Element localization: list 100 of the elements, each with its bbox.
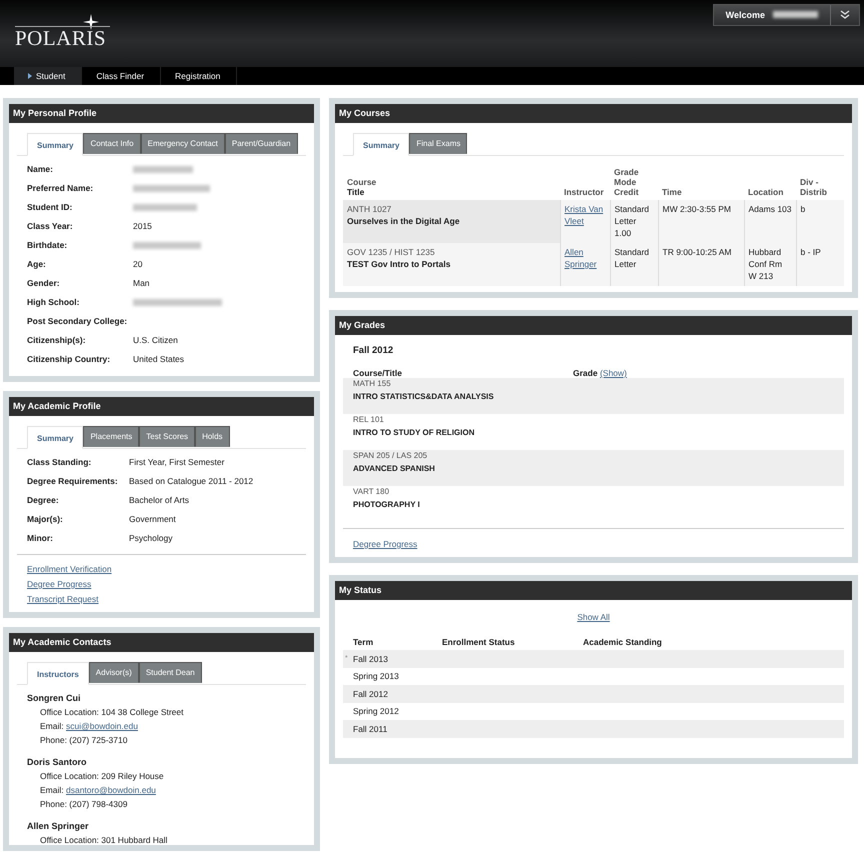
phone-number: Phone: (207) 798-4309 <box>39 799 128 809</box>
office-location: Office Location: 104 38 College Street <box>39 707 184 717</box>
course-cell: GOV 1235 / HIST 1235 TEST Gov Intro to Portals <box>343 243 560 286</box>
link[interactable]: Enrollment Verification <box>27 564 296 574</box>
show-all-link[interactable]: Show All <box>577 612 610 622</box>
instructor-link[interactable]: Allen Springer <box>564 246 606 270</box>
column-header: Grade Mode Credit <box>610 164 658 200</box>
office-location: Office Location: 209 Riley House <box>39 771 165 781</box>
field-label: Post Secondary College: <box>27 316 128 326</box>
course-title: INTRO STATISTICS&DATA ANALYSIS <box>353 392 495 401</box>
tab[interactable]: Advisor(s) <box>88 662 139 683</box>
link[interactable]: Transcript Request <box>27 594 296 604</box>
contact-name: Allen Springer <box>27 821 90 831</box>
field-value: United States <box>133 354 186 364</box>
table-cell: TR 9:00-10:25 AM <box>658 243 744 286</box>
course-code: SPAN 205 / LAS 205 <box>353 451 428 460</box>
field-label: Class Year: <box>27 221 74 231</box>
term-cell: Fall 2012 <box>353 688 388 699</box>
link[interactable]: Degree Progress <box>27 579 296 589</box>
course-cell: ANTH 1027 Ourselves in the Digital Age <box>343 200 560 243</box>
nav-tab[interactable]: Registration <box>161 67 238 85</box>
tab[interactable]: Summary <box>27 133 84 156</box>
term-heading: Fall 2012 <box>352 344 394 358</box>
table-cell: MW 2:30-3:55 PM <box>658 200 744 243</box>
tab[interactable]: Test Scores <box>139 426 196 447</box>
field-label: Preferred Name: <box>27 183 94 193</box>
table-cell: b <box>796 200 844 243</box>
table-cell: Hubbard Conf Rm W 213 <box>744 243 796 286</box>
field-value: Psychology <box>129 533 174 543</box>
course-code: MATH 155 <box>353 379 392 388</box>
column-header: Grade (Show) <box>573 368 628 378</box>
column-header: Course Title <box>343 164 560 200</box>
field-label: Student ID: <box>27 202 74 212</box>
field-label: Age: <box>27 259 47 269</box>
course-code: VART 180 <box>353 487 390 496</box>
tab[interactable]: Summary <box>27 426 84 449</box>
table-cell: Standard Letter 1.00 <box>610 200 658 243</box>
field-value: U.S. Citizen <box>133 335 179 345</box>
field-value: Government <box>129 514 177 524</box>
table-cell: b - IP <box>796 243 844 286</box>
email-line: Email: dsantoro@bowdoin.edu <box>39 785 157 795</box>
field-value: First Year, First Semester <box>129 457 226 467</box>
field-label: Gender: <box>27 278 61 288</box>
star-icon <box>83 14 99 30</box>
tab[interactable]: Emergency Contact <box>140 133 225 154</box>
contact-name: Doris Santoro <box>27 757 88 767</box>
email-link[interactable]: dsantoro@bowdoin.edu <box>66 785 156 795</box>
term-cell: Fall 2011 <box>353 724 388 734</box>
field-label: Major(s): <box>27 514 64 524</box>
field-label: High School: <box>27 297 80 307</box>
field-value: Man <box>133 278 151 288</box>
tab[interactable]: Parent/Guardian <box>224 133 298 154</box>
logo: POLARIS <box>15 27 106 49</box>
panel-title: My Grades <box>335 316 852 335</box>
term-cell: Fall 2013 <box>353 654 388 664</box>
email-line: Email: scui@bowdoin.edu <box>39 721 139 731</box>
link[interactable]: Degree Progress <box>353 539 418 549</box>
column-header: Enrollment Status <box>442 637 516 647</box>
field-label: Citizenship(s): <box>27 335 87 345</box>
table-cell: Adams 103 <box>744 200 796 243</box>
welcome-menu[interactable]: Welcome <box>712 4 860 26</box>
nav-tab[interactable]: Student <box>14 67 82 85</box>
blurred-name <box>773 11 818 18</box>
column-header: Academic Standing <box>583 637 663 647</box>
tab[interactable]: Placements <box>83 426 140 447</box>
table-cell: Standard Letter <box>610 243 658 286</box>
course-title: INTRO TO STUDY OF RELIGION <box>353 428 476 437</box>
tab[interactable]: Final Exams <box>409 133 468 154</box>
term-cell: Spring 2013 <box>353 671 399 682</box>
blurred-value <box>133 166 193 172</box>
field-label: Class Standing: <box>27 457 92 467</box>
office-location: Office Location: 301 Hubbard Hall <box>39 835 168 845</box>
contact-name: Songren Cui <box>27 693 82 703</box>
tab[interactable]: Summary <box>353 133 410 156</box>
course-code: REL 101 <box>353 415 385 424</box>
field-label: Degree Requirements: <box>27 476 119 486</box>
nav-tab[interactable]: Class Finder <box>82 67 162 85</box>
column-header: Time <box>658 164 744 200</box>
panel-title: My Personal Profile <box>9 104 314 123</box>
tab[interactable]: Contact Info <box>83 133 141 154</box>
panel-title: My Courses <box>335 104 852 123</box>
field-label: Name: <box>27 164 54 174</box>
panel-title: My Academic Profile <box>9 397 314 416</box>
course-title: PHOTOGRAPHY I <box>353 500 421 509</box>
tab[interactable]: Student Dean <box>138 662 202 683</box>
tab[interactable]: Instructors <box>27 662 89 685</box>
phone-number: Phone: (207) 725-3710 <box>39 735 128 745</box>
field-value: Based on Catalogue 2011 - 2012 <box>129 476 254 486</box>
field-label: Citizenship Country: <box>27 354 112 364</box>
column-header: Location <box>744 164 796 200</box>
blurred-value <box>133 242 201 248</box>
field-label: Birthdate: <box>27 240 68 250</box>
triangle-icon <box>28 73 32 79</box>
show-link[interactable]: (Show) <box>600 368 627 378</box>
term-cell: Spring 2012 <box>353 706 399 716</box>
tab[interactable]: Holds <box>195 426 230 447</box>
email-link[interactable]: scui@bowdoin.edu <box>66 721 138 731</box>
instructor-link[interactable]: Krista Van Vleet <box>564 203 606 227</box>
column-header: Term <box>353 637 374 647</box>
column-header: Div - Distrib <box>796 164 844 200</box>
